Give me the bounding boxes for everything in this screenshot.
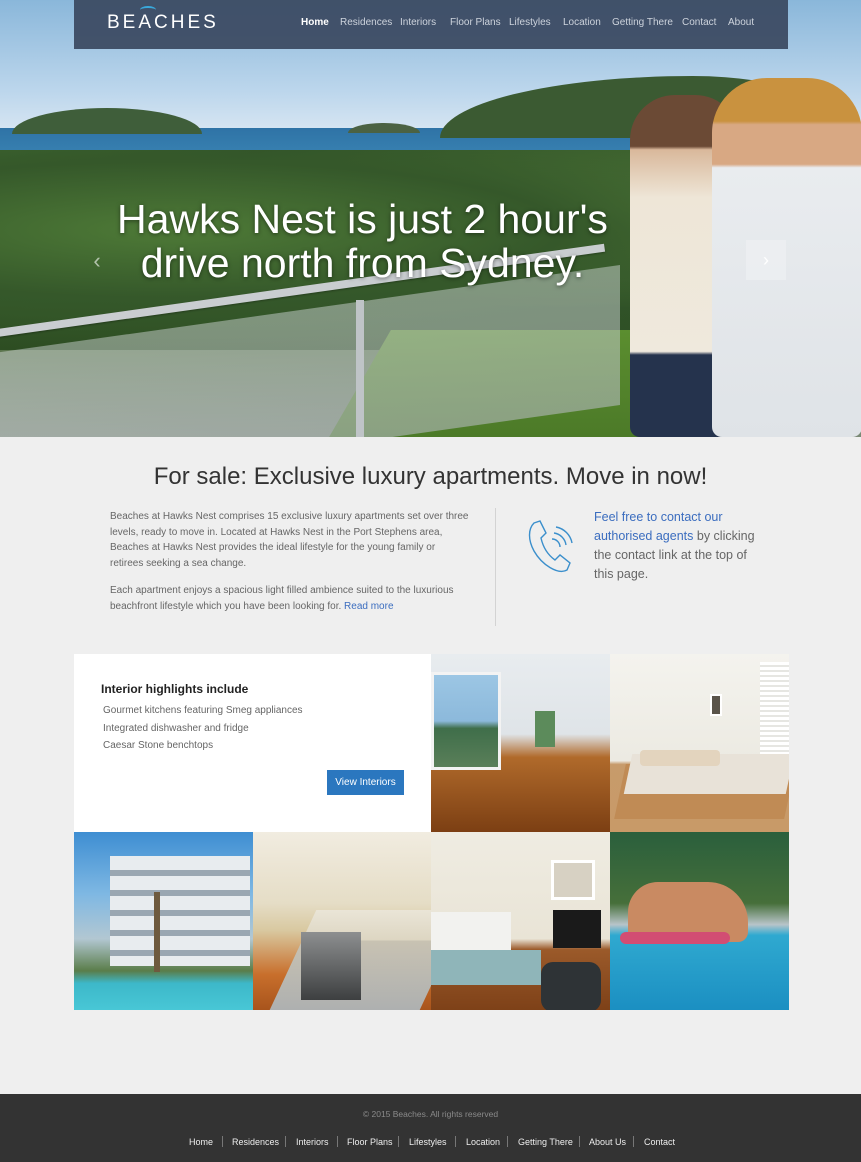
footer-separator [285,1136,286,1147]
highlight-item: Caesar Stone benchtops [103,740,214,751]
read-more-link[interactable]: Read more [344,601,393,612]
highlights-title: Interior highlights include [101,682,249,696]
footer-separator [507,1136,508,1147]
console-table [553,910,601,948]
intro-paragraph-text: Each apartment enjoys a spacious light f… [110,585,454,612]
footer-link-home[interactable]: Home [189,1136,213,1148]
armchair [541,962,601,1010]
footer-separator [222,1136,223,1147]
intro-paragraph: Each apartment enjoys a spacious light f… [110,583,470,614]
footer-separator [398,1136,399,1147]
gallery-image-swimming-pool[interactable] [610,832,789,1010]
bed-pillows [640,750,720,766]
nav-residences[interactable]: Residences [340,16,392,30]
hero-railing-post [356,300,364,437]
footer-link-floor-plans[interactable]: Floor Plans [347,1136,393,1148]
chevron-left-icon[interactable]: ‹ [82,243,112,279]
mirror [551,860,595,900]
section-title: For sale: Exclusive luxury apartments. M… [153,463,708,490]
highlight-item: Gourmet kitchens featuring Smeg applianc… [103,705,303,716]
oven [301,932,361,1000]
gallery-image-bedroom[interactable] [610,654,789,832]
apartment-building [110,856,250,966]
window [535,711,555,747]
gallery-image-living-room[interactable] [431,654,610,832]
logo-wave-icon [140,6,156,14]
footer-separator [337,1136,338,1147]
nav-home[interactable]: Home [301,16,329,30]
window [431,672,501,770]
highlight-item: Integrated dishwasher and fridge [103,723,249,734]
nav-about[interactable]: About [728,16,754,30]
contact-text: Feel free to contact our authorised agen… [594,508,764,584]
chevron-right-icon[interactable]: › [746,240,786,280]
phone-icon [528,520,573,572]
hero-man [712,78,861,437]
footer-link-location[interactable]: Location [466,1136,500,1148]
wall-art [710,694,722,716]
nav-interiors[interactable]: Interiors [400,16,436,30]
footer-link-lifestyles[interactable]: Lifestyles [409,1136,447,1148]
gallery-image-lounge[interactable] [431,832,610,1010]
nav-location[interactable]: Location [563,16,601,30]
interior-highlights-card: Interior highlights include Gourmet kitc… [74,654,431,832]
hero-title-line1: Hawks Nest is just 2 hour's [117,196,608,242]
top-navbar: BEACHES Home Residences Interiors Floor … [74,0,788,49]
gallery-image-building-pool[interactable] [74,832,253,1010]
footer-link-interiors[interactable]: Interiors [296,1136,329,1148]
footer-link-about-us[interactable]: About Us [589,1136,626,1148]
sofa [431,912,511,952]
footer-link-contact[interactable]: Contact [644,1136,675,1148]
vertical-divider [495,508,496,626]
footer: © 2015 Beaches. All rights reserved Home… [0,1094,861,1162]
copyright-text: © 2015 Beaches. All rights reserved [362,1109,499,1119]
gallery-image-kitchen[interactable] [253,832,432,1010]
logo[interactable]: BEACHES [107,11,219,35]
nav-contact[interactable]: Contact [682,16,716,30]
nav-getting-there[interactable]: Getting There [612,16,673,30]
hero-banner: Hawks Nest is just 2 hour's drive north … [0,0,861,437]
pool-float [620,932,730,944]
footer-link-residences[interactable]: Residences [232,1136,279,1148]
ottoman [431,950,541,985]
footer-separator [579,1136,580,1147]
palm-tree [154,892,160,972]
nav-lifestyles[interactable]: Lifestyles [509,16,551,30]
footer-link-getting-there[interactable]: Getting There [518,1136,573,1148]
view-interiors-button[interactable]: View Interiors [327,770,404,795]
intro-paragraph: Beaches at Hawks Nest comprises 15 exclu… [110,511,469,569]
footer-separator [633,1136,634,1147]
footer-separator [455,1136,456,1147]
nav-floor-plans[interactable]: Floor Plans [450,16,501,30]
